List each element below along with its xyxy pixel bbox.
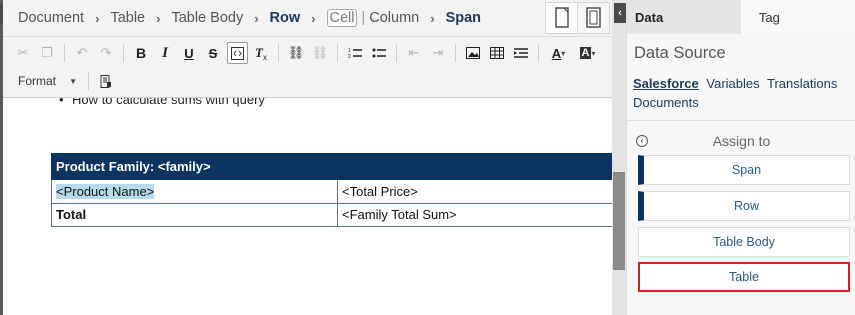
document-properties-icon[interactable] xyxy=(96,70,117,92)
strikethrough-icon[interactable]: S xyxy=(203,42,224,64)
crumb-document[interactable]: Document xyxy=(18,10,84,26)
data-source-links: Salesforce Variables Translations Docume… xyxy=(627,70,855,112)
toolbar-separator xyxy=(88,72,89,90)
toolbar-separator xyxy=(396,44,397,62)
pipe-divider: | xyxy=(361,10,366,26)
outdent-icon[interactable]: ⇤ xyxy=(404,42,425,64)
format-select-label: Format xyxy=(18,74,57,88)
chevron-right-icon: › xyxy=(311,10,316,26)
chevron-right-icon: › xyxy=(156,10,161,26)
source-code-icon[interactable] xyxy=(226,42,248,64)
insert-row-icon[interactable] xyxy=(511,42,532,64)
back-circle-icon[interactable]: ‹ xyxy=(636,135,648,147)
crumb-row[interactable]: Row xyxy=(270,10,301,26)
toolbar-row-2: Format ▼ xyxy=(11,68,118,94)
source-link-translations[interactable]: Translations xyxy=(767,76,837,91)
page-portrait-icon xyxy=(555,7,569,28)
vertical-scrollbar[interactable] xyxy=(612,0,626,315)
data-source-title: Data Source xyxy=(634,44,726,62)
panel-tabs: Data Tag xyxy=(627,0,855,34)
link-icon[interactable]: ⛓ xyxy=(286,42,307,64)
assign-to-label: Assign to xyxy=(712,133,771,149)
table-header-cell[interactable]: Product Family: <family> xyxy=(51,153,612,180)
tab-data[interactable]: Data xyxy=(627,0,741,34)
document-canvas[interactable]: How to calculate sums with query Product… xyxy=(3,98,612,315)
scrollbar-thumb[interactable] xyxy=(613,172,625,270)
text-color-icon[interactable]: A ▾ xyxy=(546,42,572,64)
tab-tag[interactable]: Tag xyxy=(740,0,855,34)
collapse-right-icon[interactable]: ‹ xyxy=(614,3,626,23)
assign-row-button[interactable]: Row xyxy=(638,191,850,221)
crumb-table[interactable]: Table xyxy=(110,10,145,26)
toolbar-separator xyxy=(64,44,65,62)
toolbar-separator xyxy=(337,44,338,62)
remove-format-icon[interactable]: Tx xyxy=(251,42,272,64)
toolbar-separator xyxy=(455,44,456,62)
source-link-salesforce[interactable]: Salesforce xyxy=(633,76,699,91)
chevron-right-icon: › xyxy=(95,10,100,26)
page-margins-button[interactable] xyxy=(577,2,610,34)
toolbar-separator xyxy=(278,44,279,62)
table-row[interactable]: <Product Name> <Total Price> xyxy=(51,179,612,204)
numbered-list-icon[interactable]: 12 xyxy=(345,42,366,64)
editor-toolbar: ✂ ❐ ↶ ↷ B I U S Tx ⛓ ⛓ 12 ⇤ ⇥ A ▾ A ▾ Fo… xyxy=(3,36,612,98)
product-name-span[interactable]: <Product Name> xyxy=(56,183,155,199)
crumb-table-body[interactable]: Table Body xyxy=(171,10,243,26)
page-view-button[interactable] xyxy=(545,2,578,34)
source-link-documents[interactable]: Documents xyxy=(633,95,699,110)
bold-icon[interactable]: B xyxy=(131,42,152,64)
cut-icon[interactable]: ✂ xyxy=(13,42,34,64)
table-cell[interactable]: <Total Price> xyxy=(337,179,612,204)
underline-icon[interactable]: U xyxy=(179,42,200,64)
format-select[interactable]: Format ▼ xyxy=(11,70,83,92)
toolbar-row-1: ✂ ❐ ↶ ↷ B I U S Tx ⛓ ⛓ 12 ⇤ ⇥ A ▾ A ▾ xyxy=(11,40,602,66)
toolbar-separator xyxy=(123,44,124,62)
assign-span-button[interactable]: Span xyxy=(638,155,850,185)
bulleted-list-icon[interactable] xyxy=(369,42,390,64)
undo-icon[interactable]: ↶ xyxy=(72,42,93,64)
breadcrumb: Document › Table › Table Body › Row › Ce… xyxy=(3,0,612,36)
table-cell[interactable]: <Product Name> xyxy=(51,179,338,204)
product-table[interactable]: Product Family: <family> <Product Name> … xyxy=(51,153,612,227)
chevron-right-icon: › xyxy=(254,10,259,26)
copy-icon[interactable]: ❐ xyxy=(37,42,58,64)
assign-table-body-button[interactable]: Table Body xyxy=(638,227,850,257)
bullet-list-item: How to calculate sums with query xyxy=(59,98,265,107)
unlink-icon[interactable]: ⛓ xyxy=(310,42,331,64)
indent-icon[interactable]: ⇥ xyxy=(428,42,449,64)
table-cell[interactable]: Total xyxy=(51,202,338,227)
chevron-right-icon: › xyxy=(430,10,435,26)
properties-panel: Data Tag Data Source Salesforce Variable… xyxy=(626,0,855,315)
page-margins-icon xyxy=(586,7,601,28)
svg-text:2: 2 xyxy=(348,54,351,59)
image-icon[interactable] xyxy=(463,42,484,64)
crumb-column[interactable]: Column xyxy=(369,10,419,26)
crumb-cell[interactable]: Cell xyxy=(326,9,358,27)
table-header-row[interactable]: Product Family: <family> xyxy=(51,153,612,180)
source-link-variables[interactable]: Variables xyxy=(706,76,759,91)
background-color-icon[interactable]: A ▾ xyxy=(575,42,601,64)
redo-icon[interactable]: ↷ xyxy=(96,42,117,64)
table-cell[interactable]: <Family Total Sum> xyxy=(337,202,612,227)
toolbar-separator xyxy=(538,44,539,62)
italic-icon[interactable]: I xyxy=(155,42,176,64)
table-icon[interactable] xyxy=(487,42,508,64)
crumb-span[interactable]: Span xyxy=(446,10,481,26)
assign-table-button[interactable]: Table xyxy=(638,262,850,292)
chevron-down-icon: ▼ xyxy=(69,76,77,86)
table-row[interactable]: Total <Family Total Sum> xyxy=(51,202,612,227)
